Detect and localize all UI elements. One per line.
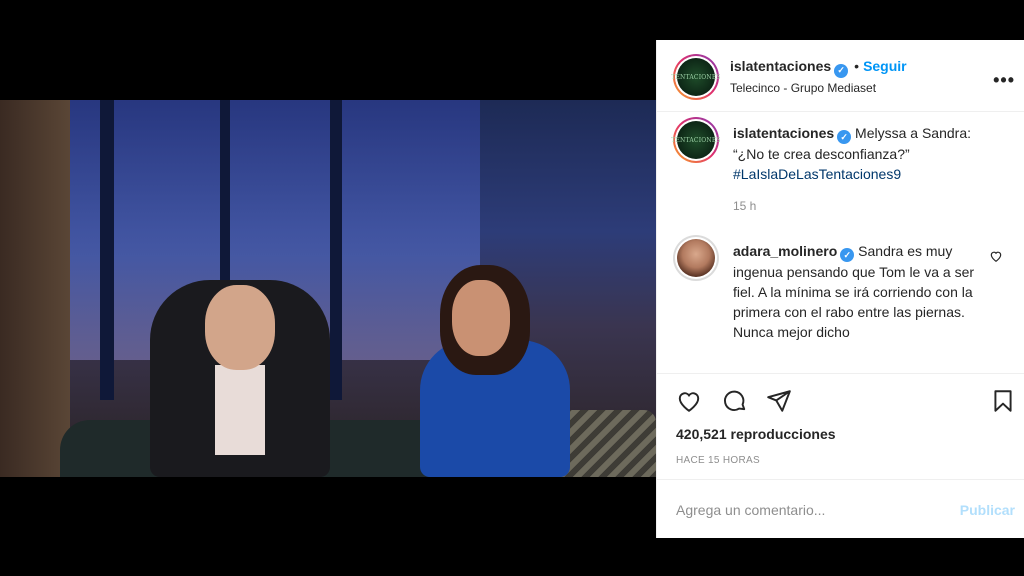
video-cushion (555, 410, 656, 477)
header-avatar[interactable]: TENTACIONES (671, 54, 721, 100)
video-left-furniture (0, 100, 70, 477)
video-man-head (205, 285, 275, 370)
video-woman-face (452, 280, 510, 356)
avatar-logo: TENTACIONES (671, 58, 721, 96)
header-username[interactable]: islatentaciones (730, 58, 831, 74)
video-area (0, 0, 656, 576)
comment-item: adara_molinero ✓ Sandra es muy ingenua pe… (733, 241, 978, 342)
caption-hashtag[interactable]: #LaIslaDeLasTentaciones9 (733, 166, 901, 182)
more-options-icon[interactable]: ••• (993, 70, 1015, 91)
verified-badge-icon: ✓ (837, 130, 852, 144)
header-location[interactable]: Telecinco - Grupo Mediaset (730, 81, 876, 95)
post-actions: 420,521 reproducciones HACE 15 HORAS Pub… (657, 373, 1024, 539)
video-window-frame (100, 100, 114, 400)
comment-input[interactable] (676, 498, 946, 522)
avatar-photo (677, 239, 715, 277)
caption-avatar[interactable]: TENTACIONES (671, 117, 721, 163)
verified-badge-icon: ✓ (840, 248, 855, 262)
comment-bubble-icon[interactable] (720, 386, 750, 416)
post-panel: TENTACIONES islatentaciones ✓ • Seguir Tele… (656, 40, 1024, 538)
caption-username[interactable]: islatentaciones (733, 125, 834, 141)
caption-time[interactable]: 15 h (733, 199, 756, 213)
comment-avatar[interactable] (673, 235, 719, 281)
comment-username[interactable]: adara_molinero (733, 243, 837, 259)
caption: islatentaciones ✓ Melyssa a Sandra: “¿No … (733, 123, 1003, 184)
video-man-shirt (215, 365, 265, 455)
video-player[interactable] (0, 100, 656, 477)
views-count[interactable]: 420,521 reproducciones (676, 426, 836, 442)
comment-like-icon[interactable] (989, 249, 1003, 266)
avatar-logo: TENTACIONES (671, 121, 721, 159)
video-window-frame (330, 100, 342, 400)
publish-button[interactable]: Publicar (960, 502, 1015, 518)
follow-button[interactable]: Seguir (863, 58, 907, 74)
verified-badge-icon: ✓ (834, 63, 849, 78)
add-comment-bar: Publicar (657, 479, 1024, 539)
post-timestamp[interactable]: HACE 15 HORAS (676, 455, 760, 466)
bookmark-icon[interactable] (988, 386, 1018, 416)
post-header: TENTACIONES islatentaciones ✓ • Seguir Tele… (657, 40, 1024, 112)
heart-icon[interactable] (674, 386, 704, 416)
comments-section: TENTACIONES islatentaciones ✓ Melyssa a S… (657, 113, 1024, 373)
paper-plane-icon[interactable] (764, 386, 794, 416)
separator-dot: • (854, 58, 860, 74)
header-user-line: islatentaciones ✓ • Seguir (730, 58, 907, 78)
